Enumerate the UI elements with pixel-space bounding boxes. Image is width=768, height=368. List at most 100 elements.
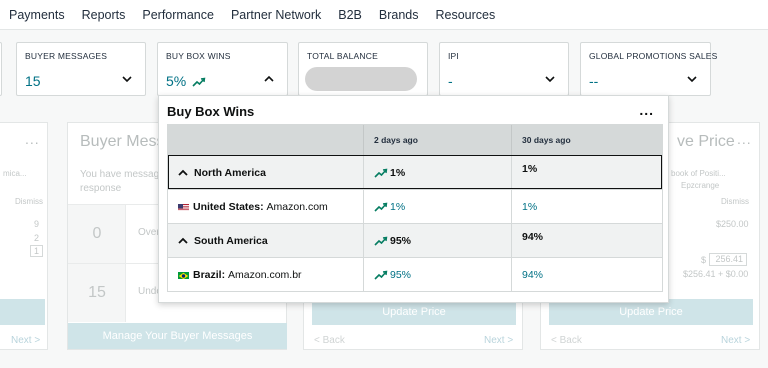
widget-title: ve Price — [677, 133, 735, 150]
country-name: Brazil: — [193, 268, 226, 281]
back-link[interactable]: < Back — [314, 335, 345, 346]
product-sub: Epzcrange — [681, 181, 720, 190]
widget-description: response — [80, 183, 122, 194]
row-label: Over — [138, 227, 160, 238]
column-header: Dismiss — [721, 197, 749, 206]
trend-up-icon — [374, 270, 388, 280]
price-input[interactable]: 256.41 — [709, 253, 747, 266]
widget-title: Buyer Mess — [80, 133, 165, 150]
table-row-region-north-america[interactable]: North America 1% 1% — [168, 155, 662, 189]
trend-up-icon — [192, 77, 206, 87]
metric-value-wrap: 5% — [166, 73, 206, 89]
country-cell: Brazil: Amazon.com.br — [168, 258, 364, 291]
update-button-partial[interactable] — [0, 299, 45, 325]
two-days-cell: 1% — [364, 156, 512, 189]
more-options-icon[interactable]: ... — [737, 131, 752, 147]
metric-value: -- — [589, 73, 599, 89]
country-cell: United States: Amazon.com — [168, 190, 364, 223]
thirty-days-cell[interactable]: 94% — [512, 258, 662, 291]
widget-left-partial: ... mica... Dismiss 9 2 1 Next > — [0, 122, 48, 350]
buy-box-wins-popup: Buy Box Wins ... 2 days ago 30 days ago … — [158, 95, 669, 303]
marketplace-name: Amazon.com — [266, 200, 328, 213]
value: 94% — [522, 231, 544, 243]
metric-label: GLOBAL PROMOTIONS SALES — [589, 51, 718, 61]
table-row-region-south-america[interactable]: South America 95% 94% — [168, 223, 662, 257]
top-nav: Payments Reports Performance Partner Net… — [0, 0, 768, 30]
nav-reports[interactable]: Reports — [82, 8, 126, 22]
us-flag-icon — [178, 203, 189, 211]
region-cell[interactable]: South America — [168, 224, 364, 257]
count: 0 — [92, 225, 102, 242]
region-name: North America — [194, 166, 266, 179]
two-days-cell[interactable]: 1% — [364, 190, 512, 223]
metric-card-global-promotions-sales[interactable]: GLOBAL PROMOTIONS SALES -- — [580, 42, 717, 96]
nav-b2b[interactable]: B2B — [338, 8, 362, 22]
nav-brands[interactable]: Brands — [379, 8, 419, 22]
next-link[interactable]: Next > — [11, 335, 40, 346]
chevron-up-icon[interactable] — [178, 237, 188, 245]
table-row-country-us[interactable]: United States: Amazon.com 1% 1% — [168, 189, 662, 223]
country-name: United States: — [193, 200, 264, 213]
count: 15 — [88, 284, 106, 301]
value-link[interactable]: 1% — [522, 201, 537, 213]
thirty-days-cell[interactable]: 1% — [512, 190, 662, 223]
back-link[interactable]: < Back — [551, 335, 582, 346]
trend-up-icon — [374, 168, 388, 178]
br-flag-icon — [178, 271, 189, 279]
two-days-cell: 95% — [364, 224, 512, 257]
metric-label: IPI — [448, 51, 459, 61]
value: 9 — [34, 219, 40, 229]
chevron-down-icon[interactable] — [544, 73, 556, 85]
value-input[interactable]: 1 — [30, 245, 44, 257]
current-price: $250.00 — [716, 219, 749, 229]
popup-title: Buy Box Wins — [167, 104, 255, 119]
next-link[interactable]: Next > — [484, 335, 513, 346]
metric-card-total-balance[interactable]: TOTAL BALANCE — [298, 42, 428, 96]
chevron-up-icon[interactable] — [178, 169, 188, 177]
nav-partner-network[interactable]: Partner Network — [231, 8, 321, 22]
value: 1% — [522, 163, 538, 175]
metric-value: 5% — [166, 73, 187, 89]
nav-payments[interactable]: Payments — [9, 8, 65, 22]
trend-up-icon — [374, 236, 388, 246]
nav-performance[interactable]: Performance — [142, 8, 214, 22]
chevron-down-icon[interactable] — [686, 73, 698, 85]
value: 1% — [390, 166, 406, 179]
metric-label: TOTAL BALANCE — [307, 51, 378, 61]
chevron-down-icon[interactable] — [121, 73, 133, 85]
thirty-days-cell: 1% — [512, 156, 662, 189]
value-link[interactable]: 95% — [390, 269, 411, 281]
value: 2 — [34, 233, 40, 243]
metric-card-buy-box-wins[interactable]: BUY BOX WINS 5% — [157, 42, 288, 96]
trend-up-icon — [374, 202, 388, 212]
chevron-up-icon[interactable] — [263, 73, 275, 85]
price-prefix: $ — [701, 255, 707, 265]
nav-resources[interactable]: Resources — [436, 8, 496, 22]
metric-value: - — [448, 73, 453, 89]
thirty-days-cell: 94% — [512, 224, 662, 257]
region-name: South America — [194, 234, 268, 247]
marketplace-name: Amazon.com.br — [228, 268, 302, 281]
metric-label: BUY BOX WINS — [166, 51, 231, 61]
column-header-30-days: 30 days ago — [522, 135, 571, 145]
next-link[interactable]: Next > — [721, 335, 750, 346]
buy-box-wins-table: 2 days ago 30 days ago North America 1% … — [167, 124, 663, 292]
value-link[interactable]: 94% — [522, 269, 543, 281]
region-cell[interactable]: North America — [168, 156, 364, 189]
column-header-2-days: 2 days ago — [364, 125, 512, 155]
table-row-country-br[interactable]: Brazil: Amazon.com.br 95% 94% — [168, 257, 662, 291]
metric-card-ipi[interactable]: IPI - — [439, 42, 569, 96]
price-calc: $256.41 + $0.00 — [683, 269, 749, 279]
widget-description: You have messag — [80, 169, 160, 180]
metric-label: BUYER MESSAGES — [25, 51, 108, 61]
two-days-cell[interactable]: 95% — [364, 258, 512, 291]
more-options-icon[interactable]: ... — [25, 131, 40, 147]
more-options-icon[interactable]: ... — [639, 102, 654, 118]
column-header — [168, 125, 364, 155]
widget-small-text: mica... — [3, 169, 27, 178]
column-header: Dismiss — [15, 197, 43, 206]
value-link[interactable]: 1% — [390, 201, 405, 213]
manage-buyer-messages-button[interactable]: Manage Your Buyer Messages — [68, 323, 287, 349]
metric-value: 15 — [25, 73, 41, 89]
metric-card-buyer-messages[interactable]: BUYER MESSAGES 15 — [16, 42, 146, 96]
